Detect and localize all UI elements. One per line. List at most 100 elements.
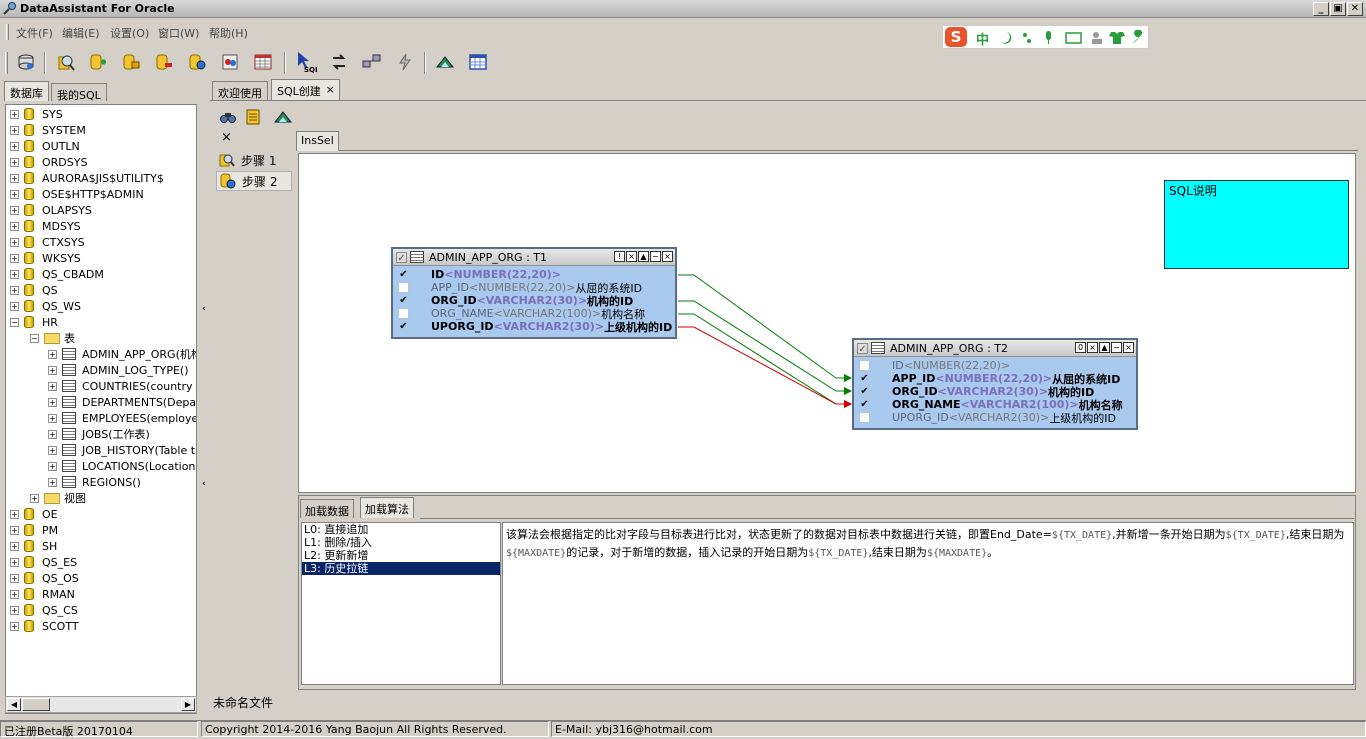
- export-sql-button[interactable]: [273, 109, 293, 128]
- tree-node-qs-ws[interactable]: + QS_WS: [10, 298, 81, 314]
- tab-sql-create[interactable]: SQL创建 ×: [271, 79, 340, 100]
- column-row[interactable]: ✔ UPORG_ID <VARCHAR2(30)> 上级机构的ID: [393, 320, 675, 334]
- expand-icon[interactable]: +: [48, 477, 57, 487]
- algorithm-item[interactable]: L0: 直接追加: [302, 523, 500, 536]
- expand-icon[interactable]: +: [10, 125, 19, 135]
- tree-node-qs-os[interactable]: + QS_OS: [10, 570, 79, 586]
- tree-node-views[interactable]: + 视图: [30, 490, 86, 506]
- toggle-icon[interactable]: ×: [626, 251, 637, 262]
- expand-icon[interactable]: +: [10, 541, 19, 551]
- tree-node-oe[interactable]: + OE: [10, 506, 58, 522]
- algorithm-list[interactable]: L0: 直接追加 L1: 删除/插入 L2: 更新新增 L3: 历史拉链: [301, 522, 501, 685]
- expand-icon[interactable]: +: [48, 365, 57, 375]
- connect-db-button[interactable]: [13, 49, 39, 75]
- column-checkbox[interactable]: [398, 282, 409, 293]
- sogou-logo-icon[interactable]: S: [945, 27, 967, 47]
- network-button[interactable]: [359, 49, 385, 75]
- expand-icon[interactable]: +: [10, 157, 19, 167]
- expand-icon[interactable]: +: [10, 109, 19, 119]
- tree-node-table[interactable]: + LOCATIONS(Locations: [48, 458, 196, 474]
- expand-icon[interactable]: +: [10, 557, 19, 567]
- algorithm-item[interactable]: L3: 历史拉链: [302, 562, 500, 575]
- tree-node-table[interactable]: + COUNTRIES(country ta: [48, 378, 196, 394]
- delete-table-button[interactable]: [151, 49, 177, 75]
- column-checkbox[interactable]: ✔: [859, 386, 870, 397]
- preview-button[interactable]: [220, 109, 236, 128]
- expand-icon[interactable]: +: [10, 141, 19, 151]
- column-checkbox[interactable]: ✔: [859, 399, 870, 410]
- close-tab-icon[interactable]: ×: [326, 83, 335, 96]
- column-checkbox[interactable]: [859, 360, 870, 371]
- column-checkbox[interactable]: [859, 412, 870, 423]
- expand-icon[interactable]: +: [10, 269, 19, 279]
- minimize-icon[interactable]: −: [650, 251, 661, 262]
- close-icon[interactable]: ×: [662, 251, 673, 262]
- query-button[interactable]: [53, 49, 79, 75]
- collapse-left-icon[interactable]: ‹: [202, 304, 206, 314]
- tree-node-qs-es[interactable]: + QS_ES: [10, 554, 77, 570]
- close-window-button[interactable]: ✕: [1347, 2, 1363, 16]
- tree-node-sys[interactable]: + SYS: [10, 106, 63, 122]
- expand-icon[interactable]: +: [10, 173, 19, 183]
- expand-icon[interactable]: +: [10, 301, 19, 311]
- column-checkbox[interactable]: ✔: [398, 295, 409, 306]
- restore-button[interactable]: ▣: [1330, 2, 1346, 16]
- lock-table-button[interactable]: [118, 49, 144, 75]
- scroll-thumb[interactable]: [22, 698, 50, 711]
- toggle-icon[interactable]: ×: [1087, 342, 1098, 353]
- tree-node-wksys[interactable]: + WKSYS: [10, 250, 81, 266]
- tree-node-qs-cbadm[interactable]: + QS_CBADM: [10, 266, 104, 282]
- expand-icon[interactable]: +: [30, 493, 39, 503]
- tree-node-hr[interactable]: − HR: [10, 314, 58, 330]
- expand-icon[interactable]: +: [48, 461, 57, 471]
- layout-button[interactable]: [465, 49, 491, 75]
- tree-node-table[interactable]: + DEPARTMENTS(Departr: [48, 394, 196, 410]
- table-box-t2[interactable]: ✓ ADMIN_APP_ORG : T2 0 × ▲ − × ID <NUMBER(22,…: [852, 338, 1138, 430]
- db-users-button[interactable]: [217, 49, 243, 75]
- move-up-icon[interactable]: ▲: [638, 251, 649, 262]
- select-all-checkbox[interactable]: ✓: [857, 342, 868, 355]
- column-checkbox[interactable]: ✔: [859, 373, 870, 384]
- menu-help[interactable]: 帮助(H): [209, 25, 248, 41]
- tree-node-qs-cs[interactable]: + QS_CS: [10, 602, 78, 618]
- expand-icon[interactable]: +: [10, 205, 19, 215]
- tree-node-ordsys[interactable]: + ORDSYS: [10, 154, 87, 170]
- db-settings-button[interactable]: [184, 49, 210, 75]
- export-button[interactable]: [432, 49, 458, 75]
- sql-note[interactable]: SQL说明: [1164, 180, 1349, 269]
- tree-node-pm[interactable]: + PM: [10, 522, 58, 538]
- tab-welcome[interactable]: 欢迎使用: [212, 81, 268, 100]
- execute-button[interactable]: [392, 49, 418, 75]
- menu-edit[interactable]: 编辑(E): [62, 25, 100, 41]
- expand-icon[interactable]: +: [48, 397, 57, 407]
- menu-file[interactable]: 文件(F): [16, 25, 53, 41]
- table-box-header[interactable]: ✓ ADMIN_APP_ORG : T1 ! × ▲ − ×: [393, 249, 675, 266]
- table-box-header[interactable]: ✓ ADMIN_APP_ORG : T2 0 × ▲ − ×: [854, 340, 1136, 357]
- tab-load-algorithm[interactable]: 加载算法: [360, 497, 414, 518]
- collapse-icon[interactable]: −: [10, 317, 19, 327]
- expand-icon[interactable]: +: [10, 621, 19, 631]
- expand-icon[interactable]: +: [48, 429, 57, 439]
- expand-icon[interactable]: +: [10, 253, 19, 263]
- tab-database[interactable]: 数据库: [4, 81, 49, 101]
- scroll-left-icon[interactable]: ◀: [7, 698, 21, 711]
- minimize-button[interactable]: _: [1313, 2, 1329, 16]
- minimize-icon[interactable]: −: [1111, 342, 1122, 353]
- tree-node-scott[interactable]: + SCOTT: [10, 618, 79, 634]
- tree-node-tables[interactable]: − 表: [30, 330, 75, 346]
- tree-node-ctxsys[interactable]: + CTXSYS: [10, 234, 85, 250]
- menu-settings[interactable]: 设置(O): [110, 25, 149, 41]
- column-checkbox[interactable]: ✔: [398, 321, 409, 332]
- tab-my-sql[interactable]: 我的SQL: [51, 83, 107, 102]
- tree-node-table[interactable]: + JOB_HISTORY(Table th: [48, 442, 196, 458]
- column-checkbox[interactable]: ✔: [398, 269, 409, 280]
- tree-node-aurora-jis-utility[interactable]: + AURORA$JIS$UTILITY$: [10, 170, 164, 186]
- scroll-right-icon[interactable]: ▶: [181, 698, 195, 711]
- collapse-icon[interactable]: −: [30, 333, 39, 343]
- sql-button[interactable]: SQL: [293, 49, 319, 75]
- info-icon[interactable]: !: [614, 251, 625, 262]
- tree-node-ose-http-admin[interactable]: + OSE$HTTP$ADMIN: [10, 186, 144, 202]
- expand-icon[interactable]: +: [10, 605, 19, 615]
- transfer-button[interactable]: [326, 49, 352, 75]
- expand-icon[interactable]: +: [10, 509, 19, 519]
